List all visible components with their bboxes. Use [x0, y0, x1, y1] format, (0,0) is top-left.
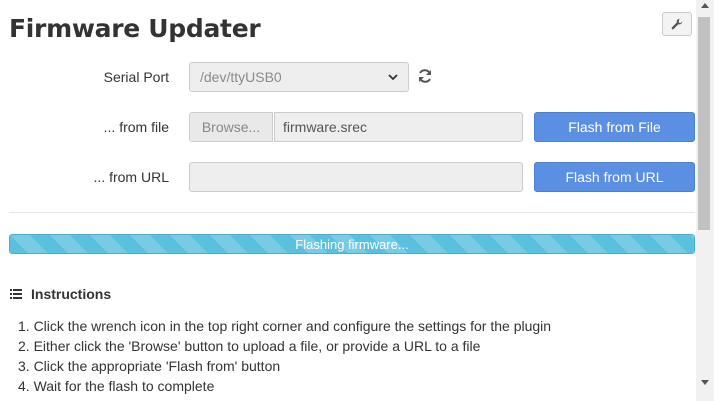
chevron-down-icon	[388, 73, 398, 80]
scroll-up-arrow-icon[interactable]	[701, 3, 709, 8]
progress-label: Flashing firmware...	[295, 236, 409, 252]
from-file-label: ... from file	[103, 119, 169, 135]
page-title: Firmware Updater	[9, 14, 261, 43]
scrollbar-thumb[interactable]	[698, 17, 710, 230]
instructions-heading: Instructions	[10, 286, 111, 302]
list-item: 3. Click the appropriate 'Flash from' bu…	[18, 358, 281, 374]
url-input[interactable]	[189, 162, 523, 192]
list-icon	[10, 289, 22, 299]
instructions-list: 1. Click the wrench icon in the top righ…	[18, 316, 551, 396]
list-item: 2. Either click the 'Browse' button to u…	[18, 338, 481, 354]
serial-port-label: Serial Port	[103, 69, 169, 85]
serial-port-value: /dev/ttyUSB0	[200, 69, 282, 85]
refresh-icon[interactable]	[417, 68, 433, 84]
instructions-title: Instructions	[31, 286, 112, 302]
browse-button[interactable]: Browse...	[189, 112, 273, 142]
progress-bar: Flashing firmware...	[9, 234, 695, 254]
flash-from-file-button[interactable]: Flash from File	[534, 112, 695, 142]
wrench-icon	[671, 18, 683, 30]
from-url-label: ... from URL	[93, 169, 169, 185]
flash-from-url-button[interactable]: Flash from URL	[534, 162, 695, 192]
vertical-scrollbar[interactable]	[696, 0, 714, 401]
list-item: 1. Click the wrench icon in the top righ…	[18, 318, 552, 334]
file-path-input[interactable]: firmware.srec	[274, 112, 523, 142]
serial-port-select[interactable]: /dev/ttyUSB0	[189, 62, 409, 92]
list-item: 4. Wait for the flash to complete	[18, 378, 215, 394]
divider	[9, 212, 695, 213]
scroll-down-arrow-icon[interactable]	[701, 380, 709, 385]
settings-button[interactable]	[662, 12, 692, 36]
